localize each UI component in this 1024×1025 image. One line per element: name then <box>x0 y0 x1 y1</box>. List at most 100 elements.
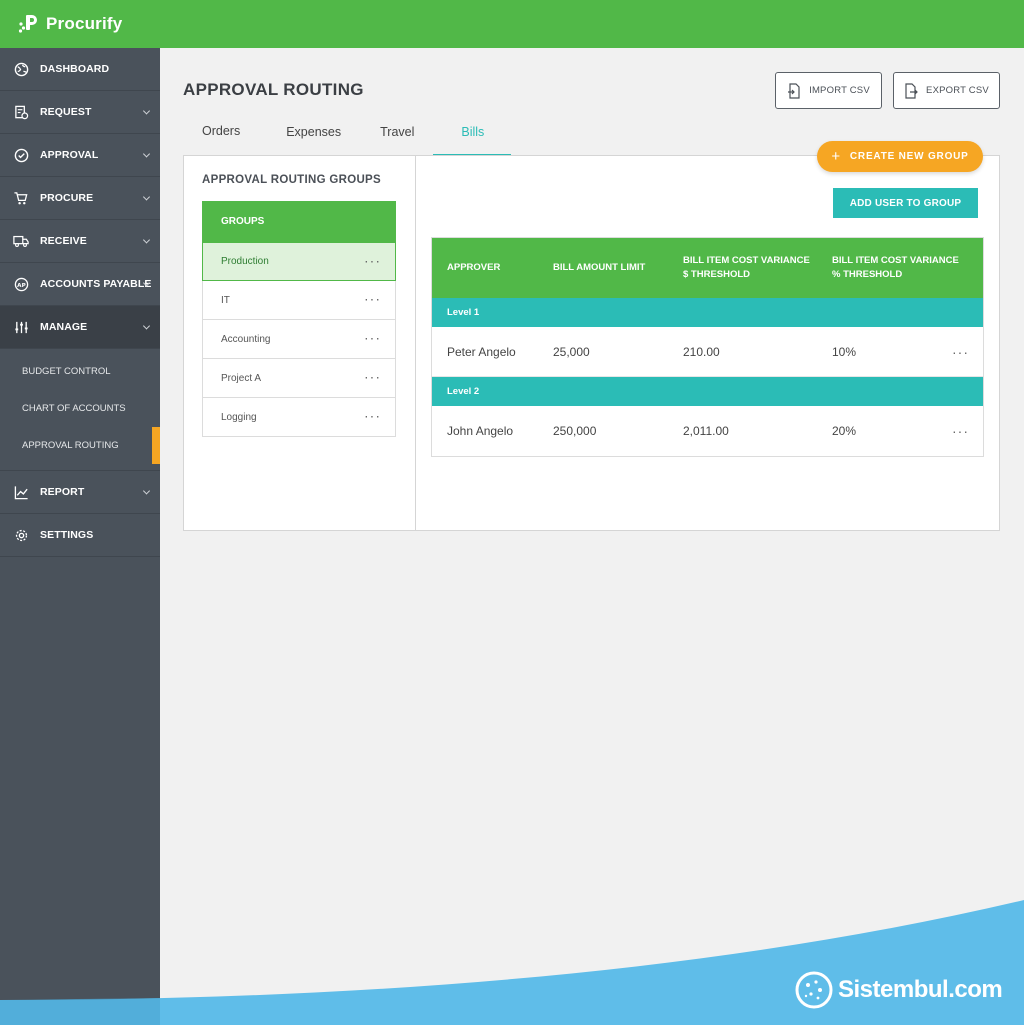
variance-amount: 2,011.00 <box>683 424 729 438</box>
group-name: Project A <box>221 372 262 384</box>
sidebar-item-dashboard[interactable]: DASHBOARD <box>0 48 160 91</box>
bill-amount-limit: 25,000 <box>553 344 590 359</box>
group-name: Accounting <box>221 333 271 345</box>
level-header: Level 2 <box>432 377 983 406</box>
approver-name: Peter Angelo <box>447 344 516 359</box>
tab-expenses[interactable]: Expenses <box>267 118 361 156</box>
tab-travel[interactable]: Travel <box>361 118 433 156</box>
approvers-table: APPROVER BILL AMOUNT LIMIT BILL ITEM COS… <box>431 237 984 457</box>
tab-orders[interactable]: Orders <box>183 118 267 156</box>
export-file-icon <box>905 82 918 99</box>
group-name: Logging <box>221 411 257 423</box>
sidebar-item-approval[interactable]: APPROVAL <box>0 134 160 177</box>
sidebar-item-label: MANAGE <box>40 321 88 333</box>
manage-submenu: BUDGET CONTROL CHART OF ACCOUNTS APPROVA… <box>0 349 160 471</box>
more-options-icon[interactable]: ··· <box>952 423 969 439</box>
variance-amount: 210.00 <box>683 344 720 359</box>
sidebar-item-label: DASHBOARD <box>40 63 110 75</box>
column-header-variance-amount: BILL ITEM COST VARIANCE $ THRESHOLD <box>683 255 810 280</box>
add-user-to-group-button[interactable]: ADD USER TO GROUP <box>833 188 978 218</box>
group-name: IT <box>221 294 230 306</box>
chevron-down-icon <box>142 236 151 244</box>
chevron-down-icon <box>142 322 151 330</box>
column-header-variance-percent: BILL ITEM COST VARIANCE % THRESHOLD <box>832 255 959 280</box>
watermark-circle-icon <box>795 971 833 1009</box>
sidebar-item-accounts-payable[interactable]: AP ACCOUNTS PAYABLE <box>0 263 160 306</box>
more-options-icon[interactable]: ··· <box>952 344 969 360</box>
chevron-down-icon <box>142 487 151 495</box>
panel-divider <box>415 156 416 530</box>
truck-icon <box>13 233 29 249</box>
sidebar-item-request[interactable]: REQUEST <box>0 91 160 134</box>
more-options-icon[interactable]: ··· <box>364 407 381 423</box>
app-name: Procurify <box>46 14 123 33</box>
watermark-text: Sistembul.com <box>838 976 1003 1003</box>
gear-icon <box>13 527 29 543</box>
check-circle-icon <box>13 147 29 163</box>
request-icon <box>13 104 29 120</box>
create-new-group-button[interactable]: + CREATE NEW GROUP <box>817 141 983 172</box>
svg-text:AP: AP <box>17 282 26 288</box>
sidebar-item-manage[interactable]: MANAGE <box>0 306 160 349</box>
group-item-production[interactable]: Production ··· <box>202 242 396 281</box>
more-options-icon[interactable]: ··· <box>364 329 381 345</box>
chevron-down-icon <box>142 193 151 201</box>
more-options-icon[interactable]: ··· <box>364 252 381 268</box>
sliders-icon <box>13 319 29 335</box>
import-csv-button[interactable]: IMPORT CSV <box>775 72 882 109</box>
more-options-icon[interactable]: ··· <box>364 290 381 306</box>
bill-amount-limit: 250,000 <box>553 424 597 438</box>
tabs: Orders Expenses Travel Bills <box>183 118 512 156</box>
sidebar-item-receive[interactable]: RECEIVE <box>0 220 160 263</box>
watermark-logo: Sistembul.com <box>794 970 1003 1010</box>
sidebar-item-label: REPORT <box>40 486 85 498</box>
sidebar-item-label: RECEIVE <box>40 235 87 247</box>
groups-header: GROUPS <box>202 201 396 242</box>
approver-name: John Angelo <box>447 424 514 438</box>
groups-title: APPROVAL ROUTING GROUPS <box>202 174 381 186</box>
import-file-icon <box>788 82 800 99</box>
ap-icon: AP <box>13 276 29 292</box>
sidebar-item-label: ACCOUNTS PAYABLE <box>40 278 152 290</box>
group-item-it[interactable]: IT ··· <box>202 281 396 320</box>
sidebar-item-procure[interactable]: PROCURE <box>0 177 160 220</box>
page-title: APPROVAL ROUTING <box>183 80 364 99</box>
variance-percent: 20% <box>832 424 857 438</box>
group-item-logging[interactable]: Logging ··· <box>202 398 396 437</box>
plus-icon: + <box>831 148 841 165</box>
group-item-project-a[interactable]: Project A ··· <box>202 359 396 398</box>
more-options-icon[interactable]: ··· <box>364 368 381 384</box>
variance-percent: 10% <box>832 344 857 359</box>
top-bar: Procurify <box>0 0 1024 48</box>
sidebar: DASHBOARD REQUEST APPROVAL PROCURE RECEI… <box>0 48 160 1025</box>
routing-panel: APPROVAL ROUTING GROUPS GROUPS Productio… <box>183 155 1000 531</box>
sidebar-item-label: APPROVAL <box>40 149 99 161</box>
chevron-down-icon <box>142 150 151 158</box>
sidebar-subitem-budget-control[interactable]: BUDGET CONTROL <box>0 353 160 390</box>
procurify-logo-icon <box>18 13 40 35</box>
sidebar-item-settings[interactable]: SETTINGS <box>0 514 160 557</box>
tab-bills[interactable]: Bills <box>433 118 512 156</box>
sidebar-item-label: REQUEST <box>40 106 92 118</box>
sidebar-subitem-chart-of-accounts[interactable]: CHART OF ACCOUNTS <box>0 390 160 427</box>
export-csv-label: EXPORT CSV <box>926 85 989 96</box>
level-header: Level 1 <box>432 298 983 327</box>
table-row: John Angelo 250,000 2,011.00 20% ··· <box>432 406 983 456</box>
import-csv-label: IMPORT CSV <box>809 85 870 96</box>
create-new-group-label: CREATE NEW GROUP <box>849 151 969 162</box>
table-header: APPROVER BILL AMOUNT LIMIT BILL ITEM COS… <box>432 238 983 298</box>
sidebar-subitem-approval-routing[interactable]: APPROVAL ROUTING <box>0 427 160 464</box>
sidebar-item-label: PROCURE <box>40 192 94 204</box>
chart-icon <box>13 484 29 500</box>
sidebar-item-label: SETTINGS <box>40 529 94 541</box>
column-header-approver: APPROVER <box>447 262 501 273</box>
export-csv-button[interactable]: EXPORT CSV <box>893 72 1000 109</box>
groups-list: GROUPS Production ··· IT ··· Accounting … <box>202 201 396 437</box>
chevron-down-icon <box>142 107 151 115</box>
group-item-accounting[interactable]: Accounting ··· <box>202 320 396 359</box>
sidebar-item-report[interactable]: REPORT <box>0 471 160 514</box>
globe-icon <box>13 61 29 77</box>
table-row: Peter Angelo 25,000 210.00 10% ··· <box>432 327 983 377</box>
group-name: Production <box>221 256 269 267</box>
app-logo[interactable]: Procurify <box>18 13 122 35</box>
